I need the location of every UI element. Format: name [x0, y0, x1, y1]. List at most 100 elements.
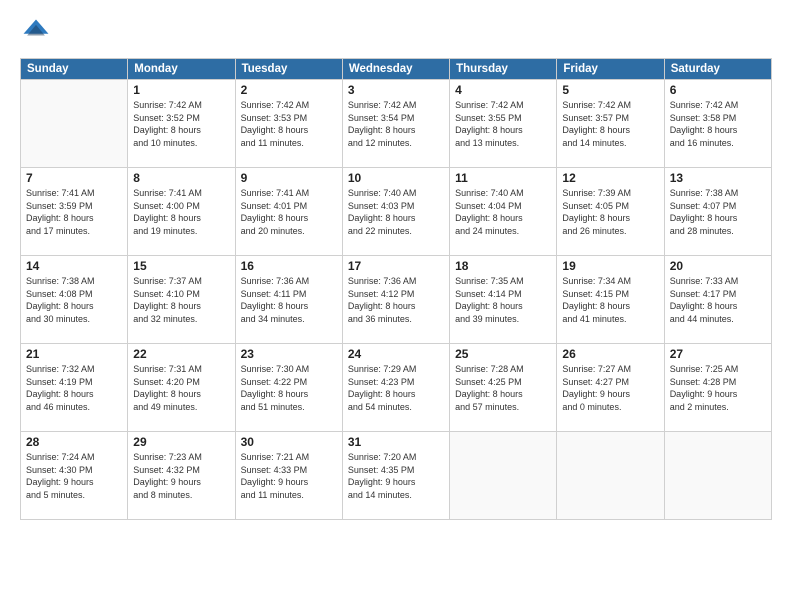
day-info: Sunrise: 7:31 AM Sunset: 4:20 PM Dayligh…	[133, 363, 229, 413]
day-number: 4	[455, 83, 551, 97]
calendar-cell: 5 Sunrise: 7:42 AM Sunset: 3:57 PM Daylig…	[557, 80, 664, 168]
calendar-cell: 11 Sunrise: 7:40 AM Sunset: 4:04 PM Dayli…	[450, 168, 557, 256]
day-number: 27	[670, 347, 766, 361]
day-info: Sunrise: 7:27 AM Sunset: 4:27 PM Dayligh…	[562, 363, 658, 413]
calendar-cell	[664, 432, 771, 520]
day-info: Sunrise: 7:34 AM Sunset: 4:15 PM Dayligh…	[562, 275, 658, 325]
day-info: Sunrise: 7:37 AM Sunset: 4:10 PM Dayligh…	[133, 275, 229, 325]
day-info: Sunrise: 7:41 AM Sunset: 3:59 PM Dayligh…	[26, 187, 122, 237]
day-info: Sunrise: 7:40 AM Sunset: 4:04 PM Dayligh…	[455, 187, 551, 237]
col-header-monday: Monday	[128, 59, 235, 80]
day-info: Sunrise: 7:38 AM Sunset: 4:08 PM Dayligh…	[26, 275, 122, 325]
calendar-week-5: 28 Sunrise: 7:24 AM Sunset: 4:30 PM Dayli…	[21, 432, 772, 520]
calendar-cell: 22 Sunrise: 7:31 AM Sunset: 4:20 PM Dayli…	[128, 344, 235, 432]
day-number: 6	[670, 83, 766, 97]
day-number: 7	[26, 171, 122, 185]
day-number: 16	[241, 259, 337, 273]
day-number: 26	[562, 347, 658, 361]
day-info: Sunrise: 7:41 AM Sunset: 4:00 PM Dayligh…	[133, 187, 229, 237]
day-info: Sunrise: 7:38 AM Sunset: 4:07 PM Dayligh…	[670, 187, 766, 237]
day-info: Sunrise: 7:39 AM Sunset: 4:05 PM Dayligh…	[562, 187, 658, 237]
col-header-thursday: Thursday	[450, 59, 557, 80]
calendar-cell: 28 Sunrise: 7:24 AM Sunset: 4:30 PM Dayli…	[21, 432, 128, 520]
col-header-friday: Friday	[557, 59, 664, 80]
calendar-cell: 4 Sunrise: 7:42 AM Sunset: 3:55 PM Daylig…	[450, 80, 557, 168]
col-header-wednesday: Wednesday	[342, 59, 449, 80]
calendar-cell: 19 Sunrise: 7:34 AM Sunset: 4:15 PM Dayli…	[557, 256, 664, 344]
day-number: 25	[455, 347, 551, 361]
day-info: Sunrise: 7:35 AM Sunset: 4:14 PM Dayligh…	[455, 275, 551, 325]
day-number: 18	[455, 259, 551, 273]
day-number: 11	[455, 171, 551, 185]
day-info: Sunrise: 7:29 AM Sunset: 4:23 PM Dayligh…	[348, 363, 444, 413]
calendar-cell: 31Sunrise: 7:20 AM Sunset: 4:35 PM Dayli…	[342, 432, 449, 520]
day-number: 15	[133, 259, 229, 273]
day-number: 9	[241, 171, 337, 185]
calendar-cell: 12 Sunrise: 7:39 AM Sunset: 4:05 PM Dayli…	[557, 168, 664, 256]
calendar-cell: 30Sunrise: 7:21 AM Sunset: 4:33 PM Dayli…	[235, 432, 342, 520]
calendar-body: 1Sunrise: 7:42 AM Sunset: 3:52 PM Daylig…	[21, 80, 772, 520]
day-number: 28	[26, 435, 122, 449]
day-info: Sunrise: 7:20 AM Sunset: 4:35 PM Dayligh…	[348, 451, 444, 501]
calendar-cell: 2Sunrise: 7:42 AM Sunset: 3:53 PM Daylig…	[235, 80, 342, 168]
logo-icon	[20, 16, 52, 48]
col-header-saturday: Saturday	[664, 59, 771, 80]
calendar-cell: 21 Sunrise: 7:32 AM Sunset: 4:19 PM Dayli…	[21, 344, 128, 432]
calendar-cell: 16 Sunrise: 7:36 AM Sunset: 4:11 PM Dayli…	[235, 256, 342, 344]
calendar-header-row: SundayMondayTuesdayWednesdayThursdayFrid…	[21, 59, 772, 80]
calendar-cell: 15 Sunrise: 7:37 AM Sunset: 4:10 PM Dayli…	[128, 256, 235, 344]
col-header-sunday: Sunday	[21, 59, 128, 80]
calendar-week-4: 21 Sunrise: 7:32 AM Sunset: 4:19 PM Dayli…	[21, 344, 772, 432]
day-info: Sunrise: 7:42 AM Sunset: 3:53 PM Dayligh…	[241, 99, 337, 149]
calendar-cell: 26 Sunrise: 7:27 AM Sunset: 4:27 PM Dayli…	[557, 344, 664, 432]
day-number: 24	[348, 347, 444, 361]
day-number: 3	[348, 83, 444, 97]
day-number: 1	[133, 83, 229, 97]
day-number: 12	[562, 171, 658, 185]
day-number: 29	[133, 435, 229, 449]
day-number: 21	[26, 347, 122, 361]
page: SundayMondayTuesdayWednesdayThursdayFrid…	[0, 0, 792, 612]
day-info: Sunrise: 7:42 AM Sunset: 3:55 PM Dayligh…	[455, 99, 551, 149]
day-number: 23	[241, 347, 337, 361]
calendar-cell: 20 Sunrise: 7:33 AM Sunset: 4:17 PM Dayli…	[664, 256, 771, 344]
calendar-cell: 23Sunrise: 7:30 AM Sunset: 4:22 PM Dayli…	[235, 344, 342, 432]
calendar-week-1: 1Sunrise: 7:42 AM Sunset: 3:52 PM Daylig…	[21, 80, 772, 168]
day-info: Sunrise: 7:42 AM Sunset: 3:57 PM Dayligh…	[562, 99, 658, 149]
calendar-cell: 27 Sunrise: 7:25 AM Sunset: 4:28 PM Dayli…	[664, 344, 771, 432]
calendar-cell: 14Sunrise: 7:38 AM Sunset: 4:08 PM Dayli…	[21, 256, 128, 344]
day-info: Sunrise: 7:33 AM Sunset: 4:17 PM Dayligh…	[670, 275, 766, 325]
day-info: Sunrise: 7:40 AM Sunset: 4:03 PM Dayligh…	[348, 187, 444, 237]
header	[20, 16, 772, 48]
logo	[20, 16, 56, 48]
day-number: 22	[133, 347, 229, 361]
calendar-cell: 17Sunrise: 7:36 AM Sunset: 4:12 PM Dayli…	[342, 256, 449, 344]
calendar-cell: 7 Sunrise: 7:41 AM Sunset: 3:59 PM Daylig…	[21, 168, 128, 256]
day-info: Sunrise: 7:21 AM Sunset: 4:33 PM Dayligh…	[241, 451, 337, 501]
day-info: Sunrise: 7:32 AM Sunset: 4:19 PM Dayligh…	[26, 363, 122, 413]
day-number: 17	[348, 259, 444, 273]
day-number: 8	[133, 171, 229, 185]
calendar-cell: 9 Sunrise: 7:41 AM Sunset: 4:01 PM Daylig…	[235, 168, 342, 256]
day-info: Sunrise: 7:42 AM Sunset: 3:54 PM Dayligh…	[348, 99, 444, 149]
day-number: 20	[670, 259, 766, 273]
calendar-cell: 24 Sunrise: 7:29 AM Sunset: 4:23 PM Dayli…	[342, 344, 449, 432]
day-number: 10	[348, 171, 444, 185]
calendar-cell: 3 Sunrise: 7:42 AM Sunset: 3:54 PM Daylig…	[342, 80, 449, 168]
day-number: 13	[670, 171, 766, 185]
col-header-tuesday: Tuesday	[235, 59, 342, 80]
day-number: 19	[562, 259, 658, 273]
calendar-cell	[21, 80, 128, 168]
calendar-week-3: 14Sunrise: 7:38 AM Sunset: 4:08 PM Dayli…	[21, 256, 772, 344]
calendar-cell: 6Sunrise: 7:42 AM Sunset: 3:58 PM Daylig…	[664, 80, 771, 168]
day-number: 5	[562, 83, 658, 97]
calendar-cell: 8 Sunrise: 7:41 AM Sunset: 4:00 PM Daylig…	[128, 168, 235, 256]
day-info: Sunrise: 7:36 AM Sunset: 4:11 PM Dayligh…	[241, 275, 337, 325]
calendar-cell: 29Sunrise: 7:23 AM Sunset: 4:32 PM Dayli…	[128, 432, 235, 520]
calendar-cell	[557, 432, 664, 520]
calendar-cell: 18 Sunrise: 7:35 AM Sunset: 4:14 PM Dayli…	[450, 256, 557, 344]
day-info: Sunrise: 7:41 AM Sunset: 4:01 PM Dayligh…	[241, 187, 337, 237]
day-info: Sunrise: 7:24 AM Sunset: 4:30 PM Dayligh…	[26, 451, 122, 501]
calendar-cell: 10 Sunrise: 7:40 AM Sunset: 4:03 PM Dayli…	[342, 168, 449, 256]
day-info: Sunrise: 7:25 AM Sunset: 4:28 PM Dayligh…	[670, 363, 766, 413]
